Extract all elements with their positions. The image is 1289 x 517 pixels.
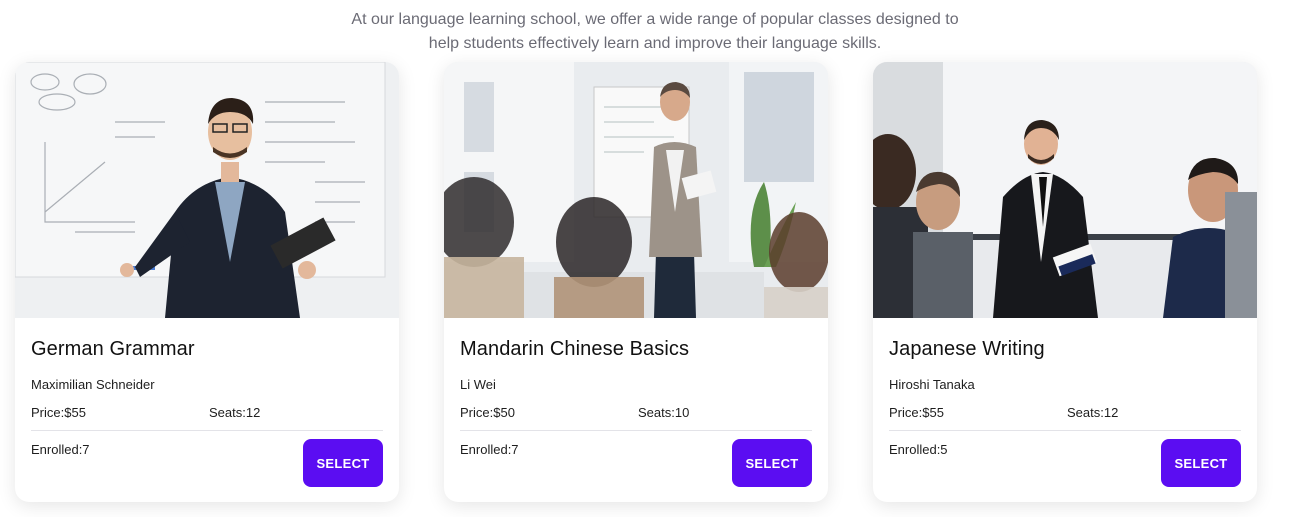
intro-line-1: At our language learning school, we offe… bbox=[351, 11, 959, 28]
divider bbox=[460, 430, 812, 431]
class-seats: Seats:12 bbox=[209, 405, 261, 420]
instructor-name: Li Wei bbox=[460, 377, 496, 392]
class-price: Price:$55 bbox=[889, 405, 944, 420]
teacher-at-whiteboard-photo bbox=[15, 62, 399, 318]
class-card-mandarin-chinese-basics: Mandarin Chinese Basics Li Wei Price:$50… bbox=[444, 62, 828, 502]
class-card-japanese-writing: Japanese Writing Hiroshi Tanaka Price:$5… bbox=[873, 62, 1257, 502]
class-seats: Seats:12 bbox=[1067, 405, 1119, 420]
class-title: Mandarin Chinese Basics bbox=[460, 338, 690, 360]
instructor-name: Maximilian Schneider bbox=[31, 377, 155, 392]
class-card-german-grammar: German Grammar Maximilian Schneider Pric… bbox=[15, 62, 399, 502]
instructor-name: Hiroshi Tanaka bbox=[889, 377, 975, 392]
class-price: Price:$55 bbox=[31, 405, 86, 420]
class-photo bbox=[873, 62, 1257, 318]
select-button[interactable]: SELECT bbox=[1161, 439, 1241, 487]
select-button[interactable]: SELECT bbox=[303, 439, 383, 487]
class-price: Price:$50 bbox=[460, 405, 515, 420]
class-enrolled: Enrolled:7 bbox=[31, 442, 90, 457]
teacher-presenting-to-class-photo bbox=[444, 62, 828, 318]
select-button[interactable]: SELECT bbox=[732, 439, 812, 487]
divider bbox=[31, 430, 383, 431]
class-enrolled: Enrolled:7 bbox=[460, 442, 519, 457]
intro-line-2: help students effectively learn and impr… bbox=[428, 35, 882, 52]
class-title: Japanese Writing bbox=[889, 338, 1045, 360]
class-title: German Grammar bbox=[31, 338, 195, 360]
class-photo bbox=[15, 62, 399, 318]
divider bbox=[889, 430, 1241, 431]
intro-text: At our language learning school, we offe… bbox=[0, 8, 1289, 56]
speaker-at-meeting-photo bbox=[873, 62, 1257, 318]
class-enrolled: Enrolled:5 bbox=[889, 442, 948, 457]
class-photo bbox=[444, 62, 828, 318]
class-seats: Seats:10 bbox=[638, 405, 690, 420]
